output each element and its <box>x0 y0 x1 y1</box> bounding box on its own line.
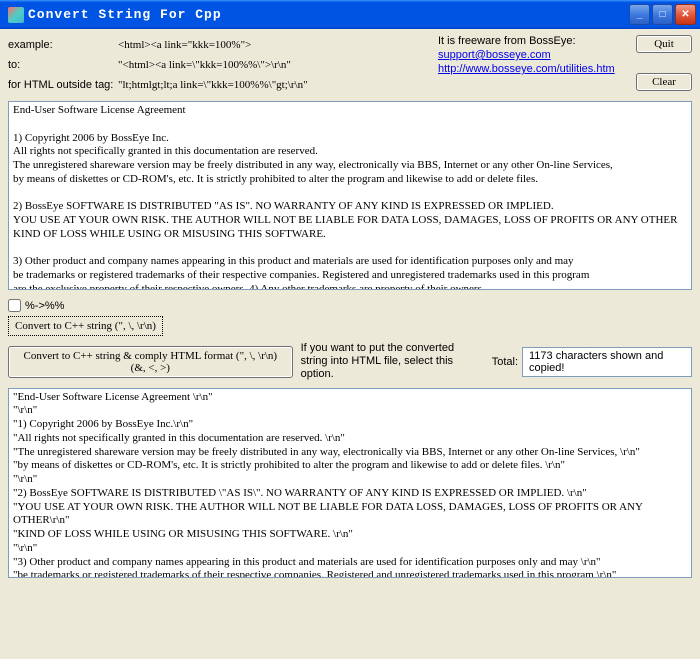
window-title: Convert String For Cpp <box>28 7 629 22</box>
example-value-2: "<html><a link=\"kkk=100%%\">\r\n" <box>118 59 291 71</box>
example-label-1: example: <box>8 39 118 51</box>
example-row-2: to: "<html><a link=\"kkk=100%%\">\r\n" <box>8 55 430 75</box>
total-label: Total: <box>492 356 518 368</box>
checkbox-row: %->%% <box>8 299 692 312</box>
percent-checkbox[interactable] <box>8 299 21 312</box>
minimize-button[interactable]: _ <box>629 4 650 25</box>
example-value-3: "lt;htmlgt;lt;a link=\"kkk=100%%\"gt;\r\… <box>118 79 308 91</box>
hint-text: If you want to put the converted string … <box>301 342 484 382</box>
support-link[interactable]: support@bosseye.com <box>438 49 630 61</box>
convert-cpp-button[interactable]: Convert to C++ string (", \, \r\n) <box>8 316 163 336</box>
example-row-3: for HTML outside tag: "lt;htmlgt;lt;a li… <box>8 75 430 95</box>
quit-button[interactable]: Quit <box>636 35 692 53</box>
percent-checkbox-label: %->%% <box>25 300 64 312</box>
convert-cpp-html-button[interactable]: Convert to C++ string & comply HTML form… <box>8 346 293 378</box>
total-row: Total: 1173 characters shown and copied! <box>492 347 692 377</box>
total-value: 1173 characters shown and copied! <box>522 347 692 377</box>
info-panel: It is freeware from BossEye: support@bos… <box>430 35 630 95</box>
content-area: example: <html><a link="kkk=100%"> to: "… <box>0 29 700 589</box>
top-section: example: <html><a link="kkk=100%"> to: "… <box>8 35 692 95</box>
example-value-1: <html><a link="kkk=100%"> <box>118 39 251 51</box>
maximize-button[interactable]: □ <box>652 4 673 25</box>
button-column: Quit Clear <box>630 35 692 95</box>
example-row-1: example: <html><a link="kkk=100%"> <box>8 35 430 55</box>
example-label-3: for HTML outside tag: <box>8 79 118 91</box>
examples-panel: example: <html><a link="kkk=100%"> to: "… <box>8 35 430 95</box>
example-label-2: to: <box>8 59 118 71</box>
site-link[interactable]: http://www.bosseye.com/utilities.htm <box>438 63 630 75</box>
close-button[interactable]: ✕ <box>675 4 696 25</box>
output-textarea[interactable] <box>8 388 692 578</box>
convert-row-2: Convert to C++ string & comply HTML form… <box>8 342 692 382</box>
titlebar: Convert String For Cpp _ □ ✕ <box>0 0 700 29</box>
freeware-text: It is freeware from BossEye: <box>438 35 630 47</box>
clear-button[interactable]: Clear <box>636 73 692 91</box>
app-icon <box>8 7 24 23</box>
input-textarea[interactable] <box>8 101 692 290</box>
window-controls: _ □ ✕ <box>629 4 696 25</box>
